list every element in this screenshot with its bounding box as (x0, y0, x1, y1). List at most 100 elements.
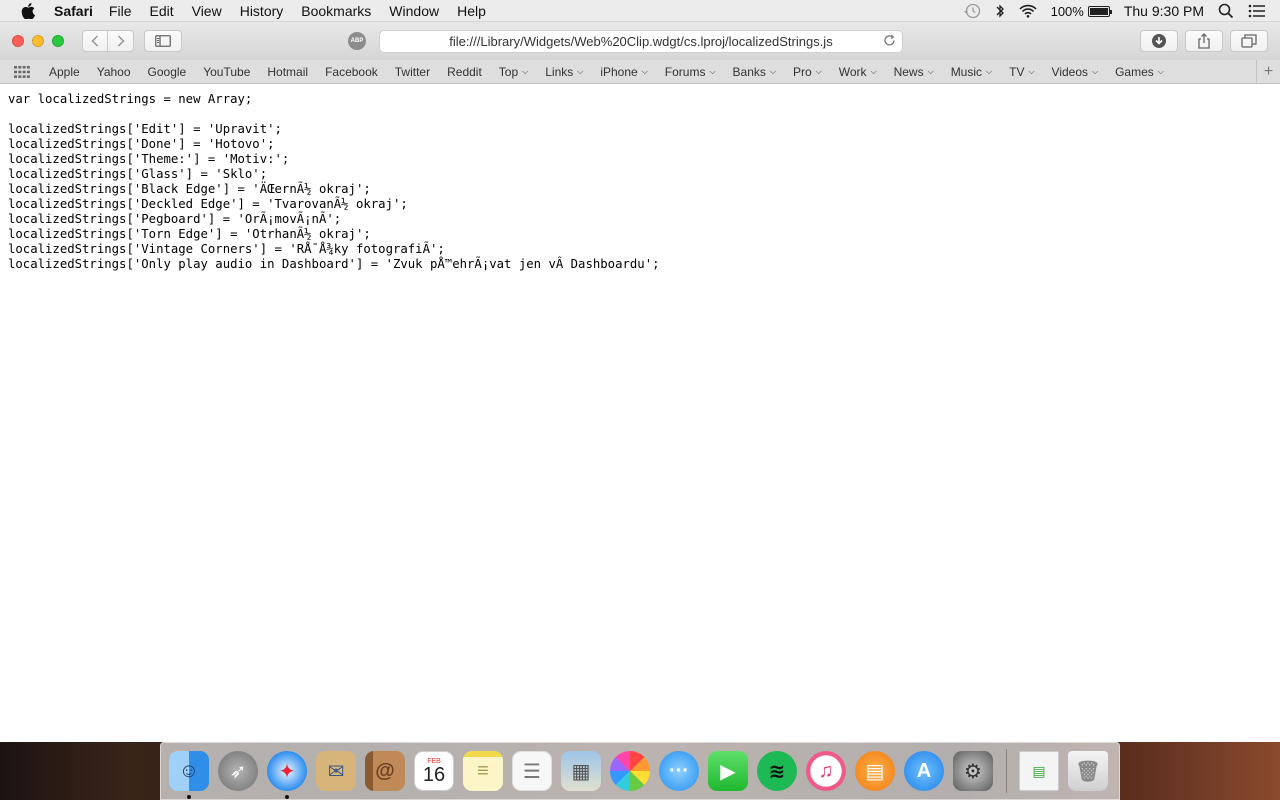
bookmark-folder-forums[interactable]: Forums ⌵ (665, 65, 716, 79)
adblock-plus-button[interactable]: ABP (344, 30, 370, 52)
bookmark-facebook[interactable]: Facebook (325, 65, 378, 79)
tab-overview-button[interactable] (1230, 30, 1268, 52)
safari-window: ABP file:///Library/Widgets/Web%20Clip.w… (0, 22, 1280, 742)
bookmark-hotmail[interactable]: Hotmail (267, 65, 308, 79)
reload-icon[interactable] (883, 34, 896, 50)
chevron-down-icon: ⌵ (1028, 66, 1035, 76)
share-button[interactable] (1185, 30, 1223, 52)
bookmark-folder-music[interactable]: Music ⌵ (951, 65, 992, 79)
dock-reminders[interactable]: ☰ (510, 749, 554, 793)
chevron-down-icon: ⌵ (1092, 66, 1099, 76)
bookmark-apple[interactable]: Apple (49, 65, 80, 79)
dock-contacts[interactable]: @ (363, 749, 407, 793)
show-sidebar-button[interactable] (144, 30, 182, 52)
spotlight-icon[interactable] (1218, 3, 1234, 19)
dock-ibooks[interactable]: ▤ (853, 749, 897, 793)
bluetooth-icon[interactable] (995, 3, 1005, 19)
apple-menu-icon[interactable] (20, 2, 36, 19)
new-tab-plus-icon[interactable]: + (1256, 60, 1280, 84)
dock-safari[interactable]: ✦ (265, 749, 309, 799)
menu-bar: Safari File Edit View History Bookmarks … (0, 0, 1280, 22)
bookmark-yahoo[interactable]: Yahoo (97, 65, 131, 79)
dock-spotify[interactable]: ≋ (755, 749, 799, 793)
itunes-icon: ♫ (806, 751, 846, 791)
dock-launchpad[interactable]: ➶ (216, 749, 260, 793)
facetime-icon: ▶ (708, 751, 748, 791)
dock-messages[interactable]: ··· (657, 749, 701, 793)
share-icon (1198, 33, 1210, 49)
chevron-down-icon: ⌵ (927, 66, 934, 76)
dock-notes[interactable]: ≡ (461, 749, 505, 793)
bookmark-folder-pro[interactable]: Pro ⌵ (793, 65, 822, 79)
chevron-down-icon: ⌵ (769, 66, 776, 76)
notes-icon: ≡ (463, 751, 503, 791)
menu-help[interactable]: Help (457, 3, 486, 19)
traffic-lights (12, 35, 72, 47)
bookmark-reddit[interactable]: Reddit (447, 65, 482, 79)
dock-mail-stamp[interactable]: ✉ (314, 749, 358, 793)
menu-file[interactable]: File (109, 3, 132, 19)
menu-history[interactable]: History (240, 3, 284, 19)
code-line: localizedStrings['Torn Edge'] = 'OtrhanÃ… (8, 227, 371, 241)
bookmark-folder-videos[interactable]: Videos ⌵ (1052, 65, 1099, 79)
chevron-left-icon (91, 35, 99, 47)
bookmark-youtube[interactable]: YouTube (203, 65, 250, 79)
forward-button[interactable] (108, 30, 134, 52)
wifi-icon[interactable] (1019, 4, 1037, 18)
time-machine-icon[interactable] (963, 3, 981, 19)
dock-trash[interactable]: 🗑 (1066, 749, 1110, 793)
dock-app-store[interactable]: A (902, 749, 946, 793)
code-line: var localizedStrings = new Array; (8, 92, 253, 106)
dock-preview[interactable]: ▦ (559, 749, 603, 793)
dock-photos[interactable] (608, 749, 652, 793)
code-line: localizedStrings['Vintage Corners'] = 'R… (8, 242, 445, 256)
document-icon: ▤ (1019, 751, 1059, 791)
menu-view[interactable]: View (192, 3, 222, 19)
gear-icon: ⚙ (953, 751, 993, 791)
minimize-window-button[interactable] (32, 35, 44, 47)
dock-calendar[interactable]: FEB 16 (412, 749, 456, 793)
bookmark-folder-work[interactable]: Work ⌵ (839, 65, 877, 79)
chevron-down-icon: ⌵ (577, 66, 584, 76)
bookmark-twitter[interactable]: Twitter (395, 65, 430, 79)
dock-finder[interactable]: ☺ (167, 749, 211, 799)
code-line: localizedStrings['Edit'] = 'Upravit'; (8, 122, 282, 136)
address-bar[interactable]: file:///Library/Widgets/Web%20Clip.wdgt/… (379, 30, 903, 53)
battery-icon[interactable] (1087, 5, 1112, 17)
show-all-bookmarks-icon[interactable] (14, 65, 32, 78)
back-button[interactable] (82, 30, 108, 52)
notification-center-icon[interactable] (1248, 4, 1266, 18)
adblock-plus-icon: ABP (348, 32, 366, 50)
menu-window[interactable]: Window (389, 3, 439, 19)
menu-clock[interactable]: Thu 9:30 PM (1124, 3, 1204, 19)
calendar-icon: FEB 16 (414, 751, 454, 791)
downloads-button[interactable] (1140, 30, 1178, 52)
safari-compass-icon: ✦ (267, 751, 307, 791)
menu-edit[interactable]: Edit (149, 3, 173, 19)
dock-document-stack[interactable]: ▤ (1017, 749, 1061, 793)
bookmark-folder-top[interactable]: Top ⌵ (499, 65, 528, 79)
dock-separator (1006, 749, 1007, 793)
page-content: var localizedStrings = new Array; locali… (0, 84, 1280, 742)
dock-itunes[interactable]: ♫ (804, 749, 848, 793)
dock-system-preferences[interactable]: ⚙ (951, 749, 995, 793)
bookmark-google[interactable]: Google (148, 65, 187, 79)
bookmark-folder-tv[interactable]: TV ⌵ (1009, 65, 1034, 79)
bookmark-folder-games[interactable]: Games ⌵ (1115, 65, 1164, 79)
bookmark-folder-iphone[interactable]: iPhone ⌵ (600, 65, 647, 79)
menu-app-name[interactable]: Safari (54, 3, 93, 19)
toolbar-right-group (1133, 30, 1268, 52)
menu-bookmarks[interactable]: Bookmarks (301, 3, 371, 19)
trash-icon: 🗑 (1068, 751, 1108, 791)
dock-facetime[interactable]: ▶ (706, 749, 750, 793)
code-line: localizedStrings['Theme:'] = 'Motiv:'; (8, 152, 290, 166)
tabs-icon (1241, 34, 1257, 48)
bookmark-folder-news[interactable]: News ⌵ (894, 65, 934, 79)
bookmark-folder-links[interactable]: Links ⌵ (545, 65, 583, 79)
preview-icon: ▦ (561, 751, 601, 791)
fullscreen-window-button[interactable] (52, 35, 64, 47)
close-window-button[interactable] (12, 35, 24, 47)
bookmark-folder-banks[interactable]: Banks ⌵ (733, 65, 776, 79)
ibooks-icon: ▤ (855, 751, 895, 791)
chevron-down-icon: ⌵ (815, 66, 822, 76)
